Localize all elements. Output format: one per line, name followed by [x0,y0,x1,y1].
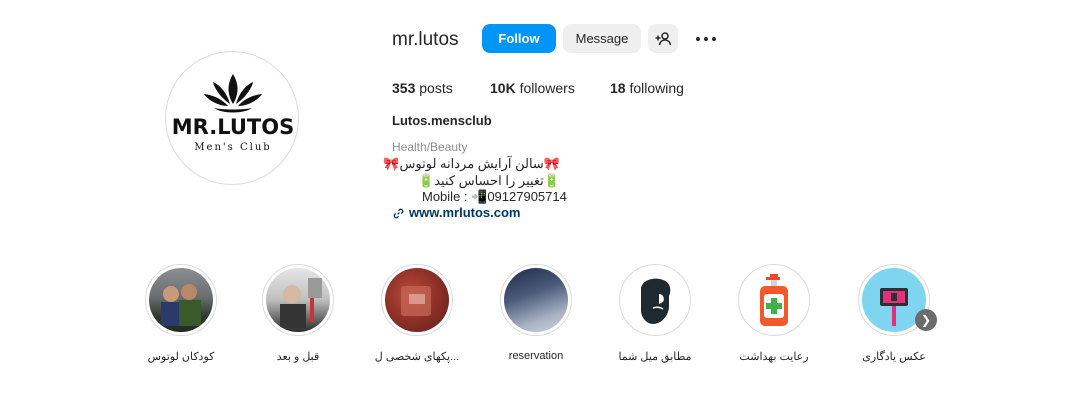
highlight-cover[interactable] [500,264,572,336]
chevron-right-icon[interactable]: ❯ [915,309,937,331]
profile-username: mr.lutos [392,29,459,50]
highlight-label: قبل و بعد [276,351,320,363]
bearded-man-icon [623,268,687,332]
highlight-item[interactable]: کودکان لوتوس [142,264,220,363]
followers-label: followers [519,80,575,96]
highlight-item[interactable]: reservation [497,264,575,362]
highlight-cover[interactable] [738,264,810,336]
highlight-label: پکهای شخصی ل... [374,351,460,363]
stat-posts[interactable]: 353 posts [392,80,453,96]
highlight-label: رعایت بهداشت [739,351,809,363]
highlight-item[interactable]: رعایت بهداشت [735,264,813,363]
following-count: 18 [610,80,626,96]
posts-count: 353 [392,80,416,96]
bio-category: Health/Beauty [392,140,468,154]
highlight-item[interactable]: مطابق میل شما [616,264,694,363]
bio-line: Mobile : 📲09127905714 [422,189,567,204]
posts-label: posts [419,80,453,96]
highlight-label: reservation [508,350,564,362]
suggested-accounts-button[interactable] [648,24,678,53]
person-add-icon [655,31,671,45]
stat-followers[interactable]: 10K followers [490,80,575,96]
mr-lutos-logo: MR.LUTOS Men's Club [172,74,294,153]
kids-photo [149,268,213,332]
highlight-label: کودکان لوتوس [147,351,215,363]
sanitizer-bottle-icon [742,268,806,332]
highlight-item[interactable]: پکهای شخصی ل... [375,264,459,363]
bio-link-text: www.mrlutos.com [409,205,521,220]
following-label: following [629,80,684,96]
highlight-label: عکس یادگاری [862,351,926,363]
highlight-item[interactable]: قبل و بعد [259,264,337,363]
highlight-cover[interactable] [145,264,217,336]
logo-title: MR.LUTOS [172,115,294,139]
highlight-cover[interactable] [381,264,453,336]
personal-packs-photo [385,268,449,332]
bio-name: Lutos.mensclub [392,113,492,128]
logo-subtitle: Men's Club [194,142,271,153]
bio-line: 🔋تغییر را احساس کنید🔋 [418,173,560,188]
link-icon [393,208,404,219]
highlight-cover[interactable] [619,264,691,336]
highlight-cover[interactable] [262,264,334,336]
follow-button[interactable]: Follow [482,24,556,53]
bio-line: 🎀سالن آرایش مردانه لوتوس🎀 [383,156,560,171]
more-options-icon[interactable] [694,31,718,47]
bio-website-link[interactable]: www.mrlutos.com [393,205,520,220]
reservation-cover [504,268,568,332]
profile-avatar[interactable]: MR.LUTOS Men's Club [165,51,299,185]
message-button[interactable]: Message [563,24,641,53]
before-after-photo [266,268,330,332]
stat-following[interactable]: 18 following [610,80,684,96]
highlight-label: مطابق میل شما [618,351,692,363]
followers-count: 10K [490,80,516,96]
